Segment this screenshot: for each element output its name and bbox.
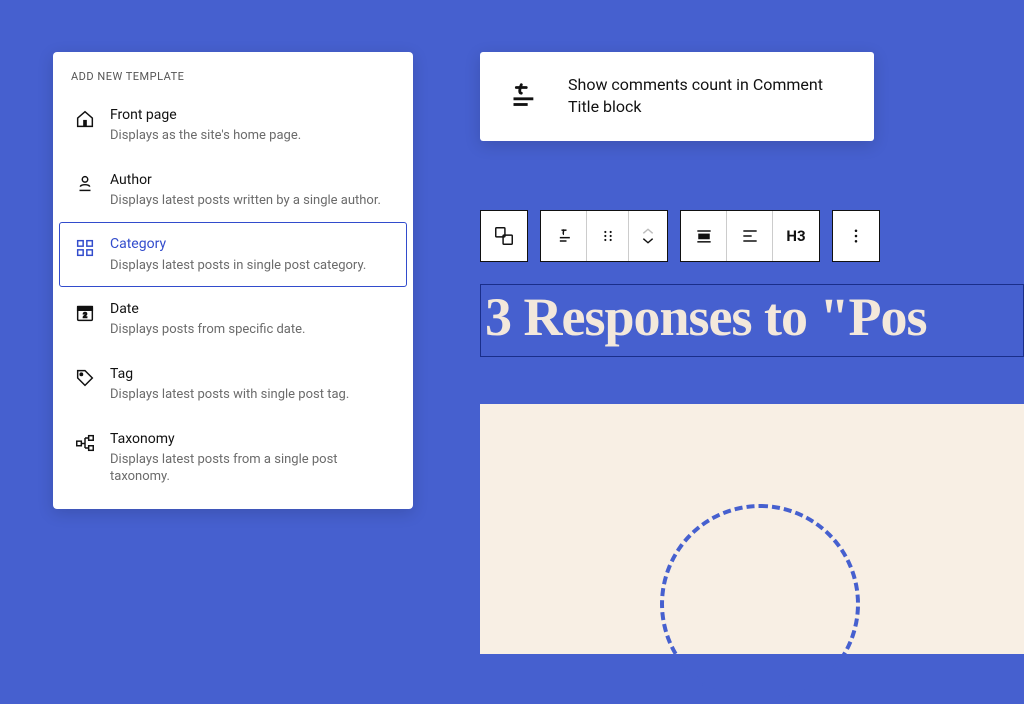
editor-canvas-preview — [480, 404, 1024, 654]
template-desc: Displays latest posts from a single post… — [110, 451, 392, 486]
block-type-button[interactable] — [481, 211, 527, 261]
more-options-button[interactable] — [833, 211, 879, 261]
template-desc: Displays as the site's home page. — [110, 127, 301, 145]
block-toolbar: H3 — [480, 210, 880, 262]
add-template-panel: ADD NEW TEMPLATE Front page Displays as … — [53, 52, 413, 509]
template-label: Tag — [110, 365, 349, 383]
template-item-category[interactable]: Category Displays latest posts in single… — [59, 222, 407, 287]
dashed-circle-decoration — [660, 504, 860, 704]
svg-text:2: 2 — [83, 311, 87, 320]
comment-title-icon — [504, 78, 540, 114]
tag-icon — [74, 367, 96, 389]
taxonomy-icon — [74, 432, 96, 454]
template-desc: Displays latest posts written by a singl… — [110, 192, 381, 210]
chevron-down-icon — [641, 236, 655, 246]
align-icon — [694, 226, 714, 246]
author-icon — [74, 173, 96, 195]
template-label: Author — [110, 171, 381, 189]
more-vertical-icon — [847, 227, 865, 245]
template-item-front-page[interactable]: Front page Displays as the site's home p… — [59, 93, 407, 158]
heading-level-label: H3 — [786, 227, 805, 245]
template-label: Taxonomy — [110, 430, 392, 448]
template-item-date[interactable]: 2 Date Displays posts from specific date… — [59, 287, 407, 352]
comment-title-block-button[interactable] — [541, 211, 587, 261]
calendar-icon: 2 — [74, 302, 96, 324]
drag-handle-icon — [600, 228, 616, 244]
category-icon — [74, 237, 96, 259]
template-label: Category — [110, 235, 366, 253]
drag-handle-button[interactable] — [587, 211, 629, 261]
comment-title-block[interactable]: 3 Responses to "Pos — [480, 284, 1024, 357]
template-item-taxonomy[interactable]: Taxonomy Displays latest posts from a si… — [59, 417, 407, 499]
chevron-up-icon — [641, 226, 655, 236]
template-item-author[interactable]: Author Displays latest posts written by … — [59, 158, 407, 223]
panel-heading: ADD NEW TEMPLATE — [53, 70, 413, 93]
text-align-left-icon — [740, 226, 760, 246]
comment-count-card[interactable]: Show comments count in Comment Title blo… — [480, 52, 874, 141]
template-label: Date — [110, 300, 305, 318]
comment-title-text: 3 Responses to "Pos — [485, 289, 1019, 346]
align-button[interactable] — [681, 211, 727, 261]
template-item-tag[interactable]: Tag Displays latest posts with single po… — [59, 352, 407, 417]
template-label: Front page — [110, 106, 301, 124]
text-align-button[interactable] — [727, 211, 773, 261]
template-desc: Displays latest posts in single post cat… — [110, 257, 366, 275]
move-block-buttons[interactable] — [629, 211, 667, 261]
comment-count-text: Show comments count in Comment Title blo… — [568, 74, 850, 119]
template-desc: Displays posts from specific date. — [110, 321, 305, 339]
template-desc: Displays latest posts with single post t… — [110, 386, 349, 404]
heading-level-button[interactable]: H3 — [773, 211, 819, 261]
block-type-icon — [493, 225, 515, 247]
home-icon — [74, 108, 96, 130]
comment-title-icon — [554, 226, 574, 246]
